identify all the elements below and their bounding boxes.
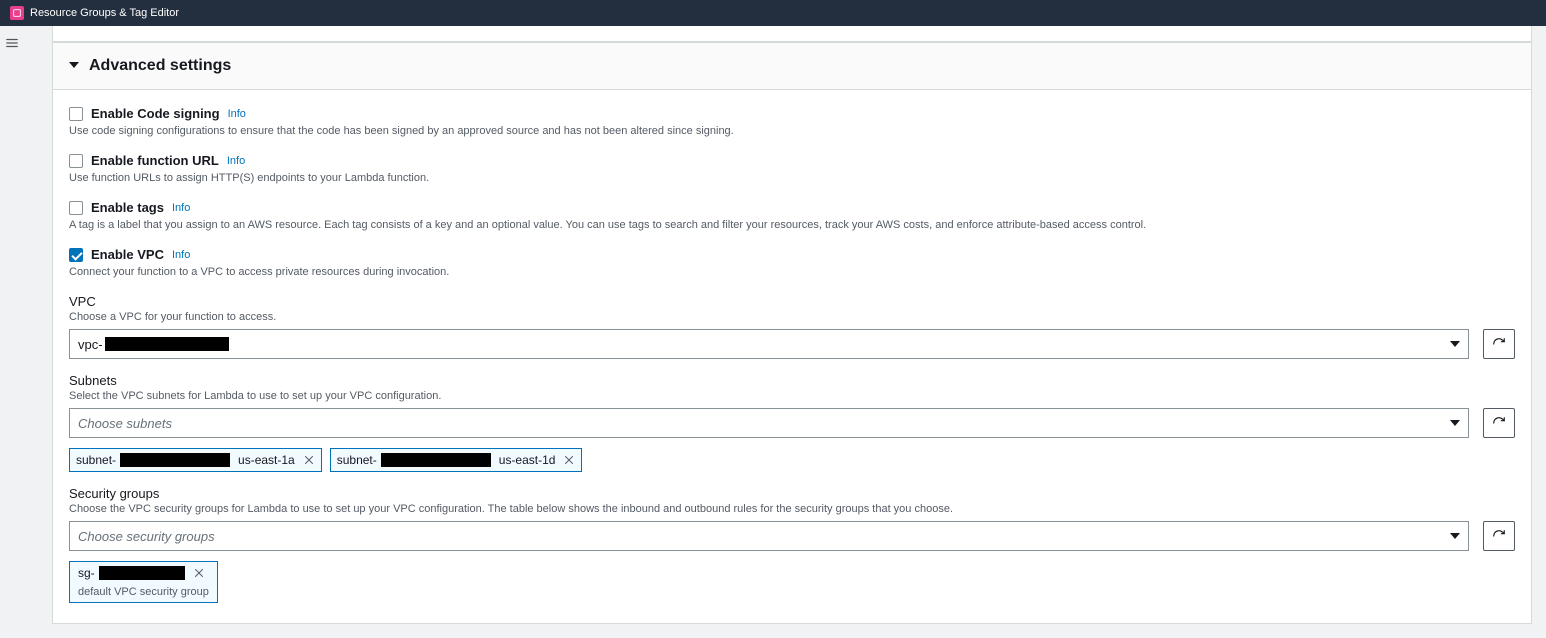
subnets-field-label: Subnets [69, 373, 1515, 388]
subnet-token-az: us-east-1a [238, 453, 295, 467]
tags-checkbox[interactable] [69, 201, 83, 215]
redacted-subnet-id [120, 453, 230, 467]
sg-placeholder: Choose security groups [78, 529, 215, 544]
sg-token-prefix: sg- [78, 566, 95, 580]
previous-panel-bottom [52, 26, 1532, 42]
option-tags: Enable tags Info A tag is a label that y… [69, 200, 1515, 231]
vpc-desc: Connect your function to a VPC to access… [69, 266, 1515, 278]
caret-down-icon [1450, 529, 1460, 544]
vpc-refresh-button[interactable] [1483, 329, 1515, 359]
code-signing-checkbox[interactable] [69, 107, 83, 121]
sg-token: sg-default VPC security group [69, 561, 218, 603]
sg-token-sub: default VPC security group [78, 586, 209, 598]
option-vpc: Enable VPC Info Connect your function to… [69, 247, 1515, 278]
vpc-field-sub: Choose a VPC for your function to access… [69, 311, 1515, 323]
security-groups-field: Security groups Choose the VPC security … [69, 486, 1515, 603]
caret-down-icon [1450, 337, 1460, 352]
subnets-refresh-button[interactable] [1483, 408, 1515, 438]
redacted-sg-id [99, 566, 185, 580]
remove-subnet-icon[interactable] [563, 454, 575, 466]
vpc-select-value: vpc- [78, 337, 229, 352]
vpc-label: Enable VPC [91, 247, 164, 262]
tags-desc: A tag is a label that you assign to an A… [69, 219, 1515, 231]
subnet-token: subnet-us-east-1d [330, 448, 583, 472]
subnets-field: Subnets Select the VPC subnets for Lambd… [69, 373, 1515, 472]
caret-down-icon [69, 59, 79, 73]
code-signing-desc: Use code signing configurations to ensur… [69, 125, 1515, 137]
tags-label: Enable tags [91, 200, 164, 215]
function-url-label: Enable function URL [91, 153, 219, 168]
service-name[interactable]: Resource Groups & Tag Editor [30, 7, 179, 19]
vpc-checkbox[interactable] [69, 248, 83, 262]
sg-field-sub: Choose the VPC security groups for Lambd… [69, 503, 1515, 515]
subnet-token-az: us-east-1d [499, 453, 556, 467]
subnet-token-row: subnet-us-east-1asubnet-us-east-1d [69, 448, 1515, 472]
sg-field-label: Security groups [69, 486, 1515, 501]
option-function-url: Enable function URL Info Use function UR… [69, 153, 1515, 184]
subnet-token-prefix: subnet- [337, 453, 377, 467]
subnet-token-prefix: subnet- [76, 453, 116, 467]
subnets-select[interactable]: Choose subnets [69, 408, 1469, 438]
section-title: Advanced settings [89, 57, 231, 75]
vpc-info-link[interactable]: Info [172, 249, 190, 261]
sg-select[interactable]: Choose security groups [69, 521, 1469, 551]
top-nav-bar: Resource Groups & Tag Editor [0, 0, 1546, 26]
code-signing-info-link[interactable]: Info [228, 108, 246, 120]
vpc-select[interactable]: vpc- [69, 329, 1469, 359]
vpc-field-label: VPC [69, 294, 1515, 309]
function-url-info-link[interactable]: Info [227, 155, 245, 167]
redacted-subnet-id [381, 453, 491, 467]
remove-sg-icon[interactable] [193, 567, 205, 579]
caret-down-icon [1450, 416, 1460, 431]
sg-token-row: sg-default VPC security group [69, 561, 1515, 603]
subnets-field-sub: Select the VPC subnets for Lambda to use… [69, 390, 1515, 402]
redacted-vpc-id [105, 337, 229, 351]
subnets-placeholder: Choose subnets [78, 416, 172, 431]
service-logo-icon [10, 6, 24, 20]
function-url-desc: Use function URLs to assign HTTP(S) endp… [69, 172, 1515, 184]
vpc-field: VPC Choose a VPC for your function to ac… [69, 294, 1515, 359]
advanced-settings-body: Enable Code signing Info Use code signin… [52, 90, 1532, 624]
side-nav-toggle-icon[interactable] [5, 36, 19, 638]
code-signing-label: Enable Code signing [91, 106, 220, 121]
remove-subnet-icon[interactable] [303, 454, 315, 466]
sg-refresh-button[interactable] [1483, 521, 1515, 551]
subnet-token: subnet-us-east-1a [69, 448, 322, 472]
advanced-settings-header[interactable]: Advanced settings [52, 42, 1532, 90]
option-code-signing: Enable Code signing Info Use code signin… [69, 106, 1515, 137]
tags-info-link[interactable]: Info [172, 202, 190, 214]
function-url-checkbox[interactable] [69, 154, 83, 168]
